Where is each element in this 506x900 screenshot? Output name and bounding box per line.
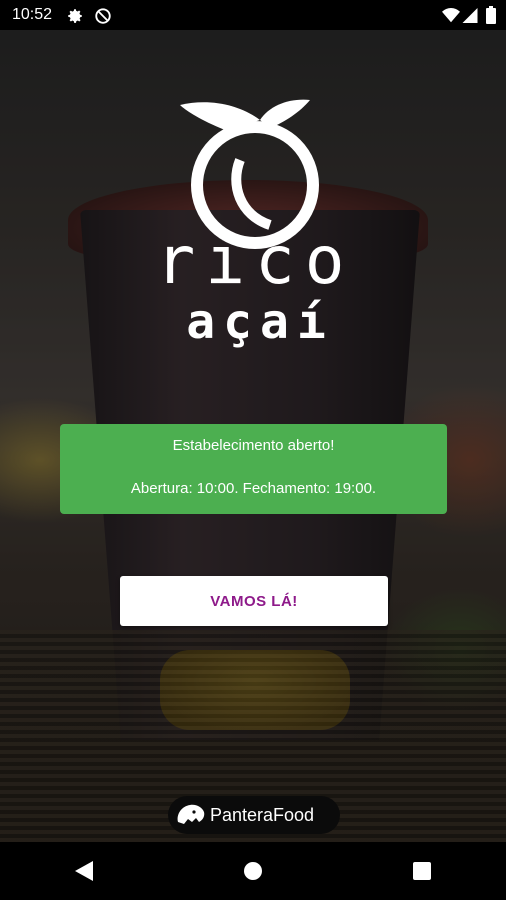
panther-icon [177,804,205,824]
vamos-la-button[interactable]: VAMOS LÁ! [120,576,388,626]
home-icon[interactable] [223,842,283,900]
navigation-bar [0,842,506,900]
settings-icon [66,7,84,30]
store-status-card: Estabelecimento aberto! Abertura: 10:00.… [60,424,447,514]
status-time: 10:52 [12,6,53,23]
wifi-icon [442,8,460,28]
splash-screen: rico açaí Estabelecimento aberto! Abertu… [0,30,506,842]
back-icon[interactable] [54,842,114,900]
store-hours: Abertura: 10:00. Fechamento: 19:00. [130,480,377,497]
signal-icon [462,8,478,28]
recents-icon[interactable] [392,842,452,900]
logo-text-acai: açaí [186,294,334,350]
status-bar: 10:52 [0,0,506,30]
battery-icon [486,6,496,29]
logo-text-rico: rico [155,222,355,299]
do-not-disturb-icon [94,7,112,30]
panterafood-badge: PanteraFood [168,796,340,834]
store-status-message: Estabelecimento aberto! [172,437,335,454]
brand-name: PanteraFood [210,804,315,825]
